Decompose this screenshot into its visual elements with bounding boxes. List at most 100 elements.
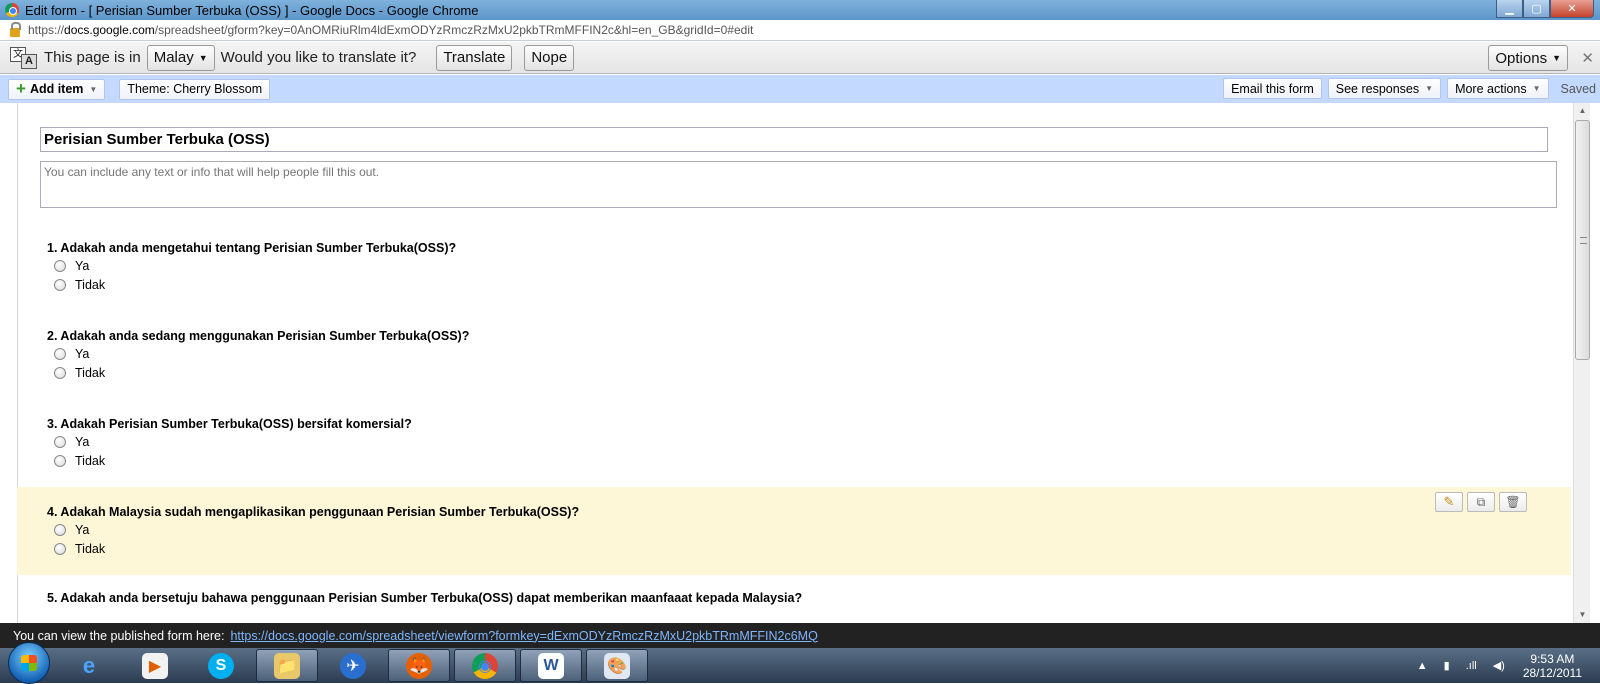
taskbar-firefox[interactable]: 🦊 xyxy=(388,649,450,682)
chevron-down-icon: ▼ xyxy=(89,84,98,94)
option-label: Tidak xyxy=(75,454,106,468)
theme-button[interactable]: Theme: Cherry Blossom xyxy=(119,78,271,100)
taskbar-paint[interactable]: 🎨 xyxy=(586,649,648,682)
language-value: Malay xyxy=(153,49,194,66)
add-item-label: Add item xyxy=(29,82,84,96)
radio-button[interactable] xyxy=(54,543,66,555)
taskbar-chrome[interactable]: ◉ xyxy=(454,649,516,682)
trash-icon: 🗑 xyxy=(1505,495,1521,509)
form-description-input[interactable] xyxy=(40,161,1557,208)
published-form-text: You can view the published form here: xyxy=(13,628,225,643)
start-button[interactable] xyxy=(8,641,50,684)
window-title-bar[interactable]: Edit form - [ Perisian Sumber Terbuka (O… xyxy=(0,0,1600,20)
translate-infobar: 文 A This page is in Malay ▼ Would you lik… xyxy=(0,42,1600,74)
more-actions-button[interactable]: More actions ▼ xyxy=(1447,78,1549,99)
question-5[interactable]: 5. Adakah anda bersetuju bahawa pengguna… xyxy=(17,575,1571,623)
form-toolbar: + Add item ▼ Theme: Cherry Blossom Email… xyxy=(0,75,1600,103)
option-ya[interactable]: Ya xyxy=(54,523,89,537)
chevron-down-icon: ▼ xyxy=(1425,84,1434,93)
options-button[interactable]: Options ▼ xyxy=(1488,45,1568,71)
published-form-bar: You can view the published form here: ht… xyxy=(0,623,1600,648)
duplicate-icon: ⧉ xyxy=(1476,494,1486,509)
duplicate-question-button[interactable]: ⧉ xyxy=(1467,492,1495,512)
nope-button[interactable]: Nope xyxy=(524,44,575,71)
question-text: 4. Adakah Malaysia sudah mengaplikasikan… xyxy=(47,505,580,519)
option-ya[interactable]: Ya xyxy=(54,435,89,449)
chevron-down-icon: ▼ xyxy=(198,52,208,63)
lock-icon xyxy=(10,21,21,37)
close-window-button[interactable]: ✕ xyxy=(1550,0,1594,18)
published-form-link[interactable]: https://docs.google.com/spreadsheet/view… xyxy=(230,629,817,643)
window-controls: ▁ ▢ ✕ xyxy=(1496,0,1594,18)
vertical-scrollbar[interactable]: ▲ ▼ xyxy=(1573,103,1590,623)
add-item-button[interactable]: + Add item ▼ xyxy=(8,78,106,100)
media-player-icon: ▶ xyxy=(142,652,168,679)
option-ya[interactable]: Ya xyxy=(54,347,89,361)
question-1[interactable]: 1. Adakah anda mengetahui tentang Perisi… xyxy=(17,230,1571,318)
minimize-button[interactable]: ▁ xyxy=(1496,0,1523,18)
edit-question-button[interactable]: ✎ xyxy=(1435,492,1463,512)
radio-button[interactable] xyxy=(54,524,66,536)
question-tools: ✎ ⧉ 🗑 xyxy=(1431,492,1527,512)
option-tidak[interactable]: Tidak xyxy=(54,542,105,556)
radio-button[interactable] xyxy=(54,436,66,448)
scroll-thumb[interactable] xyxy=(1575,120,1590,360)
address-bar[interactable]: https://docs.google.com/spreadsheet/gfor… xyxy=(0,20,1600,41)
internet-explorer-icon: e xyxy=(82,652,96,678)
url-path: /spreadsheet/gform?key=0AnOMRiuRlm4ldExm… xyxy=(154,23,754,37)
question-text: 5. Adakah anda bersetuju bahawa pengguna… xyxy=(47,591,803,605)
radio-button[interactable] xyxy=(54,367,66,379)
radio-button[interactable] xyxy=(54,279,66,291)
chrome-logo-icon xyxy=(5,3,19,17)
option-label: Ya xyxy=(75,523,90,537)
question-3[interactable]: 3. Adakah Perisian Sumber Terbuka(OSS) b… xyxy=(17,406,1571,494)
question-4[interactable]: 4. Adakah Malaysia sudah mengaplikasikan… xyxy=(17,487,1571,575)
windows-taskbar: e ▶ S 📁 ✈ 🦊 ◉ W 🎨 ▲ ▮ .ıll ◀) 9:53 AM 28… xyxy=(0,641,1600,684)
scroll-up-icon[interactable]: ▲ xyxy=(1574,103,1591,119)
taskbar-internet-explorer[interactable]: e xyxy=(58,649,120,682)
email-form-button[interactable]: Email this form xyxy=(1223,78,1322,99)
see-responses-label: See responses xyxy=(1335,81,1420,96)
question-text: 3. Adakah Perisian Sumber Terbuka(OSS) b… xyxy=(47,417,412,431)
taskbar-media-player[interactable]: ▶ xyxy=(124,649,186,682)
form-title-input[interactable] xyxy=(40,127,1548,152)
radio-button[interactable] xyxy=(54,348,66,360)
signal-icon[interactable]: .ıll xyxy=(1466,660,1477,672)
question-text: 2. Adakah anda sedang menggunakan Perisi… xyxy=(47,329,470,343)
system-tray: ▲ ▮ .ıll ◀) 9:53 AM 28/12/2011 xyxy=(1409,648,1600,683)
option-tidak[interactable]: Tidak xyxy=(54,454,105,468)
scroll-grip xyxy=(1580,237,1587,244)
option-label: Tidak xyxy=(75,542,106,556)
clock-time: 9:53 AM xyxy=(1530,651,1575,666)
options-label: Options xyxy=(1495,49,1548,67)
scroll-down-icon[interactable]: ▼ xyxy=(1574,607,1591,623)
close-infobar-button[interactable]: ✕ xyxy=(1581,49,1594,67)
radio-button[interactable] xyxy=(54,455,66,467)
translate-button[interactable]: Translate xyxy=(436,44,513,71)
option-tidak[interactable]: Tidak xyxy=(54,366,105,380)
translate-question: Would you like to translate it? xyxy=(220,49,417,66)
clock-date: 28/12/2011 xyxy=(1522,665,1582,680)
taskbar-skype[interactable]: S xyxy=(190,649,252,682)
swoosh-icon: ✈ xyxy=(340,652,366,679)
option-ya[interactable]: Ya xyxy=(54,259,89,273)
firefox-icon: 🦊 xyxy=(406,652,432,679)
tray-expand-icon[interactable]: ▲ xyxy=(1417,660,1428,672)
delete-question-button[interactable]: 🗑 xyxy=(1499,492,1527,512)
word-icon: W xyxy=(538,652,564,679)
battery-icon[interactable]: ▮ xyxy=(1444,659,1450,672)
chevron-down-icon: ▼ xyxy=(1532,84,1541,93)
clock[interactable]: 9:53 AM 28/12/2011 xyxy=(1523,652,1582,680)
language-select[interactable]: Malay ▼ xyxy=(146,44,215,71)
taskbar-word[interactable]: W xyxy=(520,649,582,682)
taskbar-explorer[interactable]: 📁 xyxy=(256,649,318,682)
taskbar-app-swoosh[interactable]: ✈ xyxy=(322,649,384,682)
option-tidak[interactable]: Tidak xyxy=(54,278,105,292)
radio-button[interactable] xyxy=(54,260,66,272)
see-responses-button[interactable]: See responses ▼ xyxy=(1327,78,1442,99)
pencil-icon: ✎ xyxy=(1443,494,1455,509)
saved-status: Saved xyxy=(1560,81,1596,96)
question-2[interactable]: 2. Adakah anda sedang menggunakan Perisi… xyxy=(17,318,1571,406)
volume-icon[interactable]: ◀) xyxy=(1493,659,1505,672)
maximize-button[interactable]: ▢ xyxy=(1523,0,1550,18)
